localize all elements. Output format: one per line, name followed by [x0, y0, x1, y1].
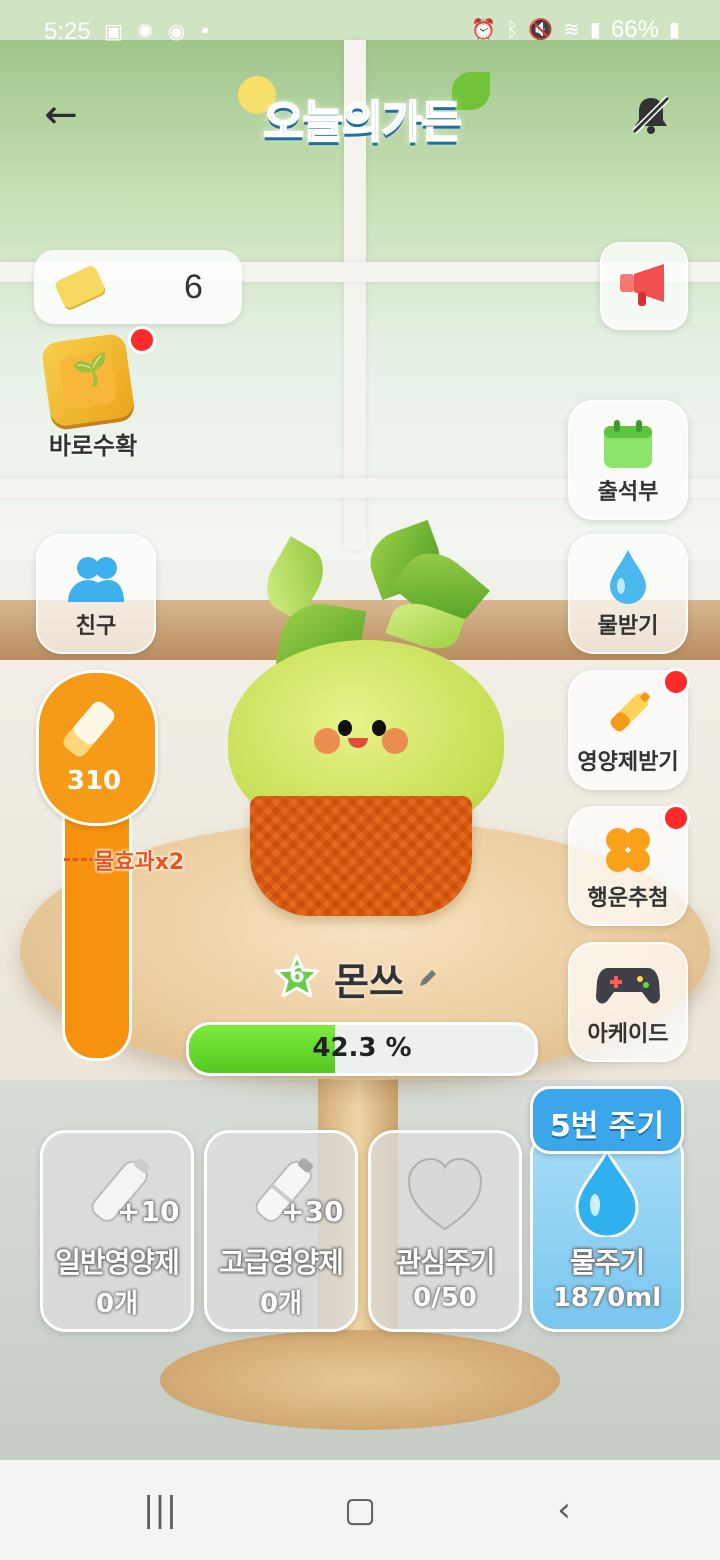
gauge-head	[36, 670, 158, 826]
water-plant-button[interactable]: 물주기 1870ml	[530, 1130, 684, 1332]
growth-progress-text: 42.3 %	[312, 1033, 412, 1063]
attendance-label: 출석부	[597, 480, 659, 505]
basic-nutrient-count: 0개	[95, 1289, 138, 1319]
heart-icon	[407, 1157, 483, 1231]
battery-icon: ▮	[668, 19, 680, 41]
status-time: 5:25	[44, 18, 91, 45]
wifi-icon: ≋	[563, 19, 580, 41]
receive-nutrient-button[interactable]: 영양제받기	[568, 668, 690, 790]
plant-level: 6	[289, 963, 305, 988]
notification-dot	[128, 326, 156, 354]
water-amount: 1870ml	[552, 1283, 662, 1313]
sprout-icon: 🌱	[70, 351, 113, 391]
harvest-box-icon: 🌱	[40, 332, 136, 428]
ticket-counter[interactable]: 6	[34, 250, 242, 324]
basic-nutrient-button[interactable]: +10 일반영양제 0개	[40, 1130, 194, 1332]
plant-pot	[250, 796, 472, 916]
app-notification-icon: ◉	[167, 19, 186, 43]
give-attention-count: 0/50	[413, 1283, 477, 1313]
nav-back-button[interactable]: ‹	[534, 1488, 594, 1532]
plant-cheek	[314, 728, 340, 754]
home-icon: ▢	[343, 1490, 377, 1530]
water-plant-title: 물주기	[569, 1246, 645, 1279]
notification-dot	[662, 668, 690, 696]
announcement-button[interactable]	[600, 242, 688, 330]
status-left-icons: ▣ ✺ ◉ •	[104, 18, 211, 44]
premium-nutrient-button[interactable]: +30 고급영양제 0개	[204, 1130, 358, 1332]
nutrient-gauge[interactable]: 310 물효과x2	[36, 670, 184, 1061]
premium-nutrient-title: 고급영양제	[219, 1246, 344, 1279]
alarm-icon: ⏰	[471, 19, 497, 41]
lucky-draw-button[interactable]: 행운추첨	[568, 804, 690, 926]
lucky-draw-label: 행운추첨	[587, 886, 669, 911]
recent-apps-button[interactable]: |||	[130, 1488, 190, 1532]
give-attention-button[interactable]: 관심주기 0/50	[368, 1130, 522, 1332]
premium-nutrient-count: 0개	[259, 1289, 302, 1319]
plant-name: 몬쓰	[334, 959, 404, 1004]
harvest-label: 바로수확	[48, 432, 138, 460]
settings-gear-icon: ✺	[136, 19, 154, 43]
arcade-label: 아케이드	[587, 1022, 669, 1047]
basic-nutrient-title: 일반영양제	[55, 1246, 180, 1279]
ticket-icon	[53, 264, 107, 310]
ticket-count: 6	[184, 268, 203, 306]
system-nav-bar: ||| ▢ ‹	[0, 1460, 720, 1560]
basic-nutrient-plus: +10	[117, 1195, 180, 1228]
plant-name-row: 6 몬쓰	[272, 950, 440, 1006]
clover-icon	[606, 828, 650, 872]
pencil-icon	[419, 970, 436, 986]
receive-water-button[interactable]: 물받기	[568, 534, 688, 654]
friends-button[interactable]: 친구	[36, 534, 156, 654]
plant-cheek	[382, 728, 408, 754]
mute-icon: 🔇	[528, 19, 554, 41]
water-times-badge[interactable]: 5번 주기	[530, 1086, 684, 1154]
battery-percent: 66%	[610, 16, 659, 43]
premium-nutrient-plus: +30	[281, 1195, 344, 1228]
back-arrow-icon: ←	[44, 92, 78, 138]
table-base	[160, 1330, 560, 1430]
arcade-button[interactable]: 아케이드	[568, 942, 688, 1062]
back-button[interactable]: ←	[36, 92, 86, 142]
attendance-button[interactable]: 출석부	[568, 400, 688, 520]
page-title: 오늘의가든	[262, 96, 462, 149]
status-right-icons: ⏰ ᛒ 🔇 ≋ ▮ 66% ▮	[471, 16, 680, 44]
nav-back-icon: ‹	[557, 1490, 571, 1530]
gamepad-icon	[596, 968, 660, 1004]
gauge-marker-label: 물효과x2	[94, 850, 185, 875]
notification-toggle-button[interactable]	[628, 92, 674, 138]
plant-character[interactable]	[220, 519, 510, 950]
water-drop-icon	[610, 550, 646, 604]
home-button[interactable]: ▢	[330, 1488, 390, 1532]
nutrient-bottle-icon	[610, 692, 650, 732]
receive-water-label: 물받기	[597, 614, 659, 639]
signal-icon: ▮	[589, 19, 601, 41]
recent-apps-icon: |||	[142, 1490, 178, 1530]
give-attention-title: 관심주기	[395, 1246, 495, 1279]
gallery-icon: ▣	[104, 19, 123, 43]
growth-progress-bar: 42.3 %	[186, 1022, 538, 1076]
notification-dot	[662, 804, 690, 832]
bell-off-icon	[631, 95, 671, 135]
water-times-label: 5번 주기	[549, 1109, 665, 1144]
calendar-icon	[604, 420, 652, 468]
bluetooth-icon: ᛒ	[506, 19, 519, 41]
gauge-value: 310	[66, 766, 122, 796]
instant-harvest-button[interactable]: 🌱 바로수확	[36, 326, 156, 460]
more-dot-icon: •	[199, 19, 211, 43]
edit-name-button[interactable]	[416, 966, 440, 990]
app-logo: 오늘의가든	[222, 72, 502, 162]
friends-label: 친구	[75, 614, 117, 639]
friends-icon	[68, 557, 124, 602]
megaphone-icon	[620, 264, 664, 306]
water-drop-icon	[575, 1147, 639, 1237]
level-badge: 6	[272, 953, 322, 1003]
status-bar: 5:25 ▣ ✺ ◉ • ⏰ ᛒ 🔇 ≋ ▮ 66% ▮	[0, 0, 720, 66]
plant-eye	[338, 720, 352, 736]
receive-nutrient-label: 영양제받기	[577, 750, 679, 775]
